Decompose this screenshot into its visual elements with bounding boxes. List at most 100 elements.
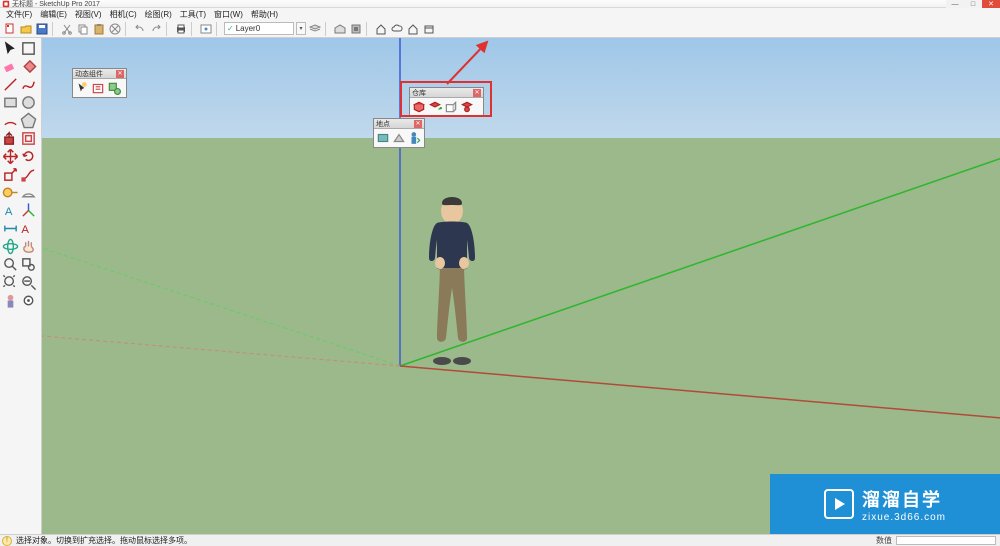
move-icon[interactable] [2, 148, 19, 165]
wh-share-component-icon[interactable] [444, 100, 458, 114]
component-icon[interactable] [20, 40, 37, 57]
loc-person-icon[interactable] [408, 131, 422, 145]
zoom-icon[interactable] [2, 256, 19, 273]
viewport[interactable]: 动态组件✕ 仓库✕ 地点✕ [42, 38, 1000, 534]
wh-get-models-icon[interactable] [412, 100, 426, 114]
text-icon[interactable]: A [2, 202, 19, 219]
toolbar-separator [325, 22, 330, 36]
rectangle-icon[interactable] [2, 94, 19, 111]
toolbar-separator [191, 22, 196, 36]
svg-text:A: A [5, 206, 13, 218]
open-file-icon[interactable] [19, 22, 33, 36]
home-icon[interactable] [374, 22, 388, 36]
layer-dropdown[interactable]: ✓ Layer0 [224, 22, 294, 35]
save-file-icon[interactable] [35, 22, 49, 36]
pushpull-icon[interactable] [2, 130, 19, 147]
undo-icon[interactable] [133, 22, 147, 36]
loc-toggle-icon[interactable] [392, 131, 406, 145]
3dtext-icon[interactable]: A [20, 220, 37, 237]
home2-icon[interactable] [406, 22, 420, 36]
dc-interact-icon[interactable] [75, 81, 89, 95]
layer-manager-icon[interactable] [308, 22, 322, 36]
panel-dynamic-components[interactable]: 动态组件✕ [72, 68, 127, 98]
watermark: 溜溜自学 zixue.3d66.com [770, 474, 1000, 534]
menu-window[interactable]: 窗口(W) [210, 9, 247, 20]
menu-draw[interactable]: 绘图(R) [141, 9, 176, 20]
calendar-icon[interactable] [422, 22, 436, 36]
panel-close-icon[interactable]: ✕ [414, 120, 422, 128]
menu-file[interactable]: 文件(F) [2, 9, 36, 20]
cloud-up-icon[interactable] [390, 22, 404, 36]
select-icon[interactable] [2, 40, 19, 57]
paint-bucket-icon[interactable] [20, 58, 37, 75]
tape-icon[interactable] [2, 184, 19, 201]
menu-edit[interactable]: 编辑(E) [36, 9, 71, 20]
zoomwin-icon[interactable] [20, 256, 37, 273]
dimension-icon[interactable] [2, 220, 19, 237]
measure-input[interactable] [896, 536, 996, 545]
sky-background [42, 38, 1000, 138]
dc-attributes-icon[interactable] [107, 81, 121, 95]
followme-icon[interactable] [20, 166, 37, 183]
layer-dropdown-arrow[interactable]: ▾ [296, 22, 306, 35]
menu-help[interactable]: 帮助(H) [247, 9, 282, 20]
main-toolbar: ✓ Layer0 ▾ [0, 20, 1000, 38]
wh-extension-icon[interactable] [460, 100, 474, 114]
paste-icon[interactable] [92, 22, 106, 36]
toolbar-separator [125, 22, 130, 36]
menu-camera[interactable]: 相机(C) [106, 9, 141, 20]
extensions-icon[interactable] [349, 22, 363, 36]
hint-icon: ! [2, 536, 12, 546]
delete-icon[interactable] [108, 22, 122, 36]
position-icon[interactable] [2, 292, 19, 309]
redo-icon[interactable] [149, 22, 163, 36]
app-icon [2, 0, 10, 8]
panel-close-icon[interactable]: ✕ [116, 70, 124, 78]
menu-view[interactable]: 视图(V) [71, 9, 106, 20]
wh-share-model-icon[interactable] [428, 100, 442, 114]
arc-icon[interactable] [2, 112, 19, 129]
panel-location[interactable]: 地点✕ [373, 118, 425, 148]
person-figure[interactable] [412, 193, 492, 368]
freehand-icon[interactable] [20, 76, 37, 93]
close-button[interactable]: ✕ [982, 0, 1000, 8]
print-icon[interactable] [174, 22, 188, 36]
loc-add-icon[interactable] [376, 131, 390, 145]
measure-label: 数值 [876, 535, 892, 546]
minimize-button[interactable]: — [946, 0, 964, 8]
warehouse-icon[interactable] [333, 22, 347, 36]
dc-options-icon[interactable] [91, 81, 105, 95]
offset-icon[interactable] [20, 130, 37, 147]
pan-icon[interactable] [20, 238, 37, 255]
watermark-url: zixue.3d66.com [862, 512, 946, 523]
scale-icon[interactable] [2, 166, 19, 183]
maximize-button[interactable]: □ [964, 0, 982, 8]
copy-icon[interactable] [76, 22, 90, 36]
orbit-icon[interactable] [2, 238, 19, 255]
title-bar: 无标题 - SketchUp Pro 2017 — □ ✕ [0, 0, 1000, 8]
new-file-icon[interactable] [3, 22, 17, 36]
lookaround-icon[interactable] [20, 292, 37, 309]
status-hint: 选择对象。切换到扩充选择。拖动鼠标选择多项。 [16, 535, 192, 546]
protractor-icon[interactable] [20, 184, 37, 201]
line-icon[interactable] [2, 76, 19, 93]
axes-icon[interactable] [20, 202, 37, 219]
toolbar-separator [216, 22, 221, 36]
rotate-icon[interactable] [20, 148, 37, 165]
toolbar-separator [166, 22, 171, 36]
panel-close-icon[interactable]: ✕ [473, 89, 481, 97]
previous-icon[interactable] [20, 274, 37, 291]
eraser-icon[interactable] [2, 58, 19, 75]
svg-text:A: A [21, 224, 29, 236]
polygon-icon[interactable] [20, 112, 37, 129]
zoom-extents-icon[interactable] [2, 274, 19, 291]
menu-tools[interactable]: 工具(T) [176, 9, 210, 20]
model-info-icon[interactable] [199, 22, 213, 36]
status-bar: ! 选择对象。切换到扩充选择。拖动鼠标选择多项。 数值 [0, 534, 1000, 546]
toolbar-separator [366, 22, 371, 36]
layer-check-icon: ✓ [227, 24, 234, 33]
panel-warehouse[interactable]: 仓库✕ [409, 87, 484, 117]
circle-icon[interactable] [20, 94, 37, 111]
watermark-brand: 溜溜自学 [862, 486, 942, 512]
cut-icon[interactable] [60, 22, 74, 36]
